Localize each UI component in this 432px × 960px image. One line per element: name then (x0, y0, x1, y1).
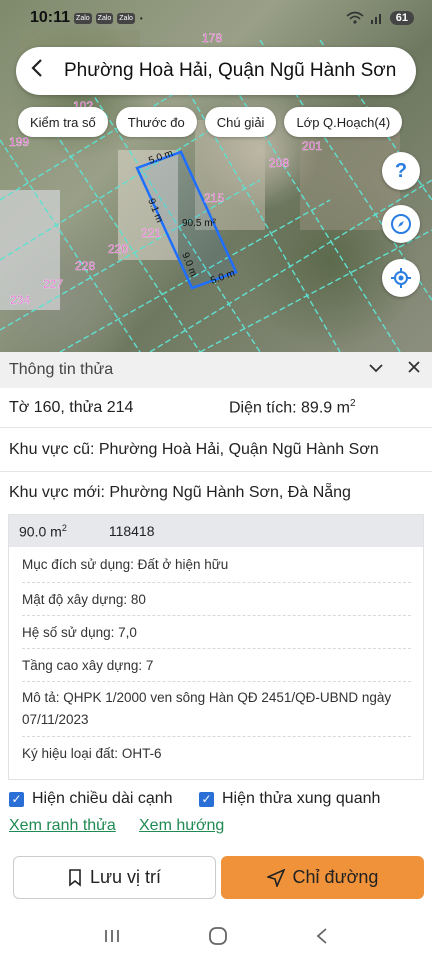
parcel-number: 227 (43, 277, 63, 291)
view-boundary-link[interactable]: Xem ranh thửa (9, 817, 116, 835)
parcel-number: 220 (108, 242, 128, 256)
list-item: Ký hiệu loại đất: OHT-6 (22, 746, 162, 761)
legend-chip[interactable]: Chú giải (204, 107, 277, 137)
zalo-notification-icon: Zalo (117, 12, 135, 24)
parcel-number: 234 (10, 293, 30, 307)
compass-icon[interactable] (382, 205, 420, 243)
list-item: Tầng cao xây dựng: 7 (22, 649, 411, 682)
more-notifications-dot: • (139, 13, 143, 23)
wifi-icon (346, 11, 364, 24)
close-icon[interactable] (407, 360, 421, 379)
view-direction-link[interactable]: Xem hướng (139, 817, 224, 835)
parcel-summary-row: Tờ 160, thửa 214 Diện tích: 89.9 m2 (0, 388, 432, 428)
show-neighbors-checkbox[interactable]: ✓ Hiện thửa xung quanh (199, 790, 380, 808)
planning-area: 90.0 m2 (19, 522, 67, 540)
old-area-text: Khu vực cũ: Phường Hoà Hải, Quận Ngũ Hàn… (9, 440, 379, 458)
old-area-row: Khu vực cũ: Phường Hoà Hải, Quận Ngũ Hàn… (0, 428, 432, 472)
location-header: Phường Hoà Hải, Quận Ngũ Hành Sơn (16, 47, 416, 95)
system-nav-bar (0, 912, 432, 960)
measure-chip[interactable]: Thước đo (115, 107, 197, 137)
zalo-notification-icon: Zalo (74, 12, 92, 24)
parcel-number: 228 (75, 259, 95, 273)
checkbox-label: Hiện thửa xung quanh (222, 790, 381, 807)
save-label: Lưu vị trí (89, 867, 162, 887)
checkbox-label: Hiện chiều dài cạnh (32, 790, 173, 807)
planning-layer-chip[interactable]: Lớp Q.Hoạch(4) (284, 107, 403, 137)
directions-label: Chỉ đường (292, 867, 379, 887)
directions-button[interactable]: Chỉ đường (221, 856, 424, 899)
list-item: Mật độ xây dựng: 80 (22, 583, 411, 616)
parcel-number: 215 (204, 191, 224, 205)
checkbox-checked-icon[interactable]: ✓ (9, 791, 24, 807)
parcel-number: 208 (269, 156, 289, 170)
back-arrow-icon[interactable] (30, 58, 58, 84)
tool-chips: Kiểm tra số Thước đo Chú giải Lớp Q.Hoạc… (18, 107, 403, 137)
battery-indicator: 61 (389, 11, 414, 25)
parcel-area: Diện tích: 89.9 m2 (229, 397, 356, 417)
help-icon[interactable]: ? (382, 152, 420, 190)
parcel-number: 201 (302, 139, 322, 153)
planning-info-table: 90.0 m2 118418 Mục đích sử dụng: Đất ở h… (8, 514, 424, 780)
list-item: Mô tả: QHPK 1/2000 ven sông Hàn QĐ 2451/… (22, 682, 411, 737)
area-label: 90.5 m² (182, 218, 217, 229)
planning-code: 118418 (108, 523, 155, 539)
back-icon[interactable] (315, 927, 329, 945)
parcel-number: 221 (141, 226, 161, 240)
zalo-notification-icon: Zalo (95, 12, 114, 24)
save-location-button[interactable]: Lưu vị trí (13, 856, 216, 899)
checkbox-checked-icon[interactable]: ✓ (199, 791, 214, 807)
list-item: Hệ số sử dụng: 7,0 (22, 616, 411, 649)
clock: 10:11 (30, 9, 71, 26)
check-number-chip[interactable]: Kiểm tra số (18, 107, 108, 137)
bookmark-icon (69, 868, 81, 887)
page-title: Phường Hoà Hải, Quận Ngũ Hành Sơn (64, 60, 397, 81)
signal-icon (370, 14, 381, 24)
home-icon[interactable] (208, 926, 228, 946)
locate-icon[interactable] (382, 259, 420, 297)
list-item: Mục đích sử dụng: Đất ở hiện hữu (22, 547, 411, 583)
panel-title: Thông tin thửa (9, 361, 114, 378)
collapse-chevron-icon[interactable] (368, 360, 384, 381)
show-edge-length-checkbox[interactable]: ✓ Hiện chiều dài cạnh (9, 790, 173, 808)
new-area-row: Khu vực mới: Phường Ngũ Hành Sơn, Đà Nẵn… (0, 472, 432, 514)
panel-header: Thông tin thửa (0, 352, 432, 388)
send-icon (266, 868, 285, 887)
new-area-text: Khu vực mới: Phường Ngũ Hành Sơn, Đà Nẵn… (9, 484, 351, 501)
status-bar: 10:11 Zalo Zalo Zalo • 61 (0, 0, 432, 36)
recent-apps-icon[interactable] (103, 928, 121, 944)
parcel-number: 199 (9, 135, 29, 149)
table-header: 90.0 m2 118418 (9, 515, 423, 547)
sheet-parcel-number: Tờ 160, thửa 214 (9, 398, 134, 416)
